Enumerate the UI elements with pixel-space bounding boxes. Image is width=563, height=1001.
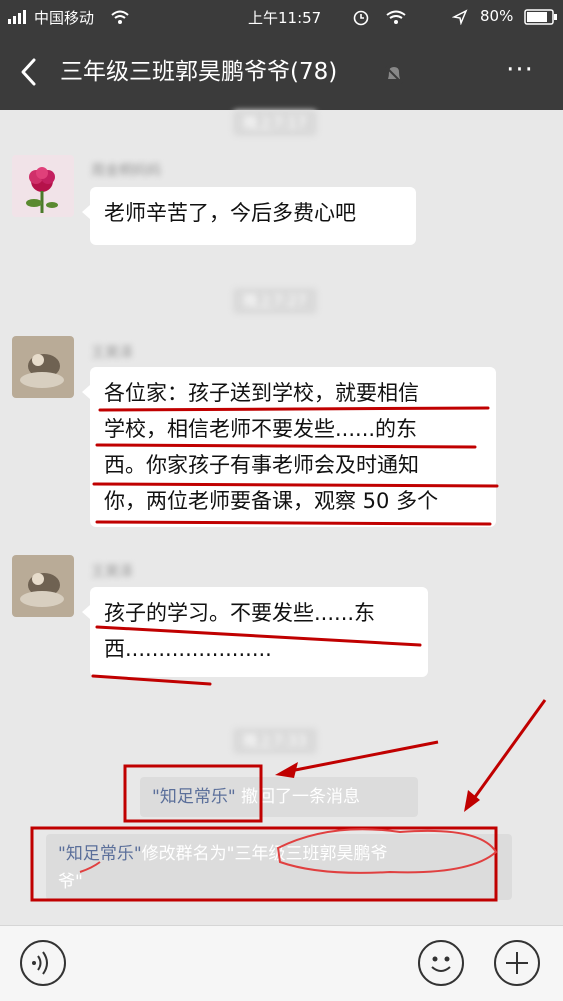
wifi-icon	[111, 10, 129, 24]
new-group-name: 三年级三班郭昊鹏爷	[234, 844, 388, 864]
new-group-name-tail: 爷"	[58, 872, 83, 892]
chat-title[interactable]: 三年级三班郭昊鹏爷爷(78)	[60, 56, 337, 88]
system-text: 撤回了一条消息	[235, 787, 361, 807]
sender-name: 周金桐妈妈	[91, 163, 161, 179]
location-icon	[452, 9, 468, 25]
emoji-icon	[431, 956, 451, 972]
system-text: 修改群名为	[141, 844, 227, 864]
photo-avatar-image	[12, 555, 74, 617]
chat-header: 三年级三班郭昊鹏爷爷(78) ···	[0, 34, 563, 110]
clock-label: 上午11:57	[248, 9, 322, 27]
alarm-icon	[353, 10, 369, 26]
system-rename-notice: "知足常乐"修改群名为"三年级三班郭昊鹏爷 爷"	[46, 834, 512, 900]
message-bubble[interactable]: 孩子的学习。不要发些......东 西.....................…	[82, 587, 428, 677]
plus-icon	[506, 952, 528, 974]
mute-bell-icon	[385, 66, 403, 84]
chevron-left-icon[interactable]	[14, 54, 44, 90]
message-bubble[interactable]: 各位家：孩子送到学校，就要相信 学校，相信老师不要发些......的东 西。你家…	[82, 367, 496, 527]
timestamp: 晚上7:33	[233, 728, 317, 754]
status-bar: 中国移动 上午11:57 80%	[0, 0, 563, 34]
voice-button[interactable]	[20, 940, 66, 986]
message-line: 你，两位老师要备课，观察 50 多个	[104, 489, 439, 513]
message-line: 孩子的学习。不要发些......东	[104, 601, 376, 625]
battery-icon	[524, 9, 557, 25]
wifi-icon	[386, 10, 406, 24]
emoji-button[interactable]	[418, 940, 464, 986]
message-bubble[interactable]: 老师辛苦了，今后多费心吧	[82, 187, 416, 245]
plus-button[interactable]	[494, 940, 540, 986]
signal-icon	[8, 10, 26, 24]
avatar[interactable]	[12, 155, 74, 217]
message-line: 各位家：孩子送到学校，就要相信	[104, 381, 419, 405]
message-list[interactable]: 晚上7:17 周金桐妈妈 老师辛苦了，今后多费心吧 晚上7:27 王昊泽 各位家…	[0, 110, 563, 925]
voice-icon	[32, 951, 48, 975]
message-line: 学校，相信老师不要发些......的东	[104, 417, 418, 441]
timestamp: 晚上7:17	[233, 110, 317, 136]
message-line: 西。你家孩子有事老师会及时通知	[104, 453, 419, 477]
timestamp: 晚上7:27	[233, 288, 317, 314]
battery-percent: 80%	[480, 7, 514, 25]
flower-avatar-image	[12, 155, 74, 217]
more-button[interactable]: ···	[500, 56, 540, 88]
message-line: 西......................	[104, 637, 272, 661]
photo-avatar-image	[12, 336, 74, 398]
system-recall-notice: "知足常乐" 撤回了一条消息	[140, 777, 418, 817]
sender-name: 王昊泽	[91, 345, 133, 361]
carrier-label: 中国移动	[34, 9, 95, 27]
sender-name: 王昊泽	[91, 564, 133, 580]
message-text: 老师辛苦了，今后多费心吧	[104, 201, 356, 225]
avatar[interactable]	[12, 336, 74, 398]
avatar[interactable]	[12, 555, 74, 617]
input-bar	[0, 925, 563, 1001]
system-nickname[interactable]: "知足常乐"	[58, 844, 142, 864]
system-nickname[interactable]: "知足常乐"	[152, 787, 236, 807]
